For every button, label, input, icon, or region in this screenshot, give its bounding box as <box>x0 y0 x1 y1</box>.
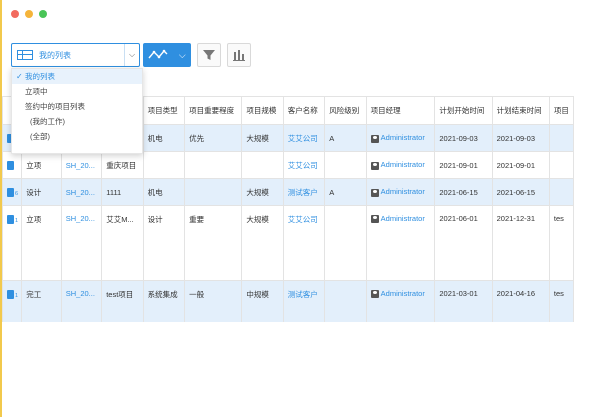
column-header-project-type[interactable]: 项目类型 <box>142 96 186 125</box>
column-header-risk[interactable]: 风险级别 <box>324 96 367 125</box>
table-row[interactable]: 立项 SH_20... 重庆项目 艾艾公司 Administrator 2021… <box>2 151 574 179</box>
manager-link[interactable]: Administrator <box>381 289 425 298</box>
checkmark-icon: ✓ <box>16 72 23 81</box>
customer-link[interactable]: 测试客户 <box>282 178 326 206</box>
manager-link[interactable]: Administrator <box>381 187 425 196</box>
bar-chart-icon <box>233 50 245 61</box>
manager-link[interactable]: Administrator <box>381 160 425 169</box>
column-header-end[interactable]: 计划结束时间 <box>491 96 550 125</box>
customer-link[interactable]: 测试客户 <box>282 280 326 322</box>
table-row[interactable]: 1 立项 SH_20... 艾艾M... 设计 重要 大规模 艾艾公司 Admi… <box>2 205 574 281</box>
view-select[interactable]: 我的列表 ⌵ <box>11 43 140 67</box>
project-code-link[interactable]: SH_20... <box>60 205 103 281</box>
minimize-window-button[interactable] <box>25 10 33 18</box>
user-icon <box>370 134 379 143</box>
statistics-button[interactable] <box>227 43 251 67</box>
project-code-link[interactable]: SH_20... <box>60 280 103 322</box>
maximize-window-button[interactable] <box>39 10 47 18</box>
table-row[interactable]: 1 完工 SH_20... test项目 系统集成 一般 中规模 测试客户 Ad… <box>2 280 574 322</box>
dropdown-item-in-approval[interactable]: 立项中 <box>12 84 142 99</box>
user-icon <box>370 161 379 170</box>
customer-link[interactable]: 艾艾公司 <box>282 151 326 179</box>
filter-button[interactable] <box>197 43 221 67</box>
dropdown-item-my-work[interactable]: (我的工作) <box>12 114 142 129</box>
column-header-importance[interactable]: 项目重要程度 <box>184 96 243 125</box>
user-icon <box>370 188 379 197</box>
dropdown-item-my-list[interactable]: ✓ 我的列表 <box>12 69 142 84</box>
project-code-link[interactable]: SH_20... <box>60 151 103 179</box>
table-row[interactable]: 6 设计 SH_20... 1111 机电 大规模 测试客户 A Adminis… <box>2 178 574 206</box>
close-window-button[interactable] <box>11 10 19 18</box>
line-chart-icon <box>148 49 168 59</box>
column-header-scale[interactable]: 项目规模 <box>241 96 284 125</box>
dropdown-item-all[interactable]: (全部) <box>12 129 142 144</box>
column-header-customer[interactable]: 客户名称 <box>282 96 326 125</box>
project-code-link[interactable]: SH_20... <box>60 178 103 206</box>
chevron-down-icon: ⌵ <box>178 49 186 60</box>
column-header-manager[interactable]: 项目经理 <box>365 96 436 125</box>
user-icon <box>370 290 379 299</box>
document-icon <box>7 160 14 170</box>
user-icon <box>370 215 379 224</box>
chevron-down-icon[interactable]: ⌵ <box>124 44 139 66</box>
column-header-start[interactable]: 计划开始时间 <box>434 96 493 125</box>
dropdown-item-signing-projects[interactable]: 签约中的项目列表 <box>12 99 142 114</box>
column-header-extra[interactable]: 项目 <box>548 96 574 125</box>
customer-link[interactable]: 艾艾公司 <box>282 205 326 281</box>
document-icon <box>7 187 14 197</box>
window-controls <box>11 10 47 18</box>
manager-link[interactable]: Administrator <box>381 133 425 142</box>
chart-view-button[interactable]: ⌵ <box>143 43 191 67</box>
document-icon <box>7 214 14 224</box>
view-dropdown-menu: ✓ 我的列表 立项中 签约中的项目列表 (我的工作) (全部) <box>11 68 143 154</box>
manager-link[interactable]: Administrator <box>381 214 425 223</box>
document-icon <box>7 289 14 299</box>
app-window: 我的列表 ⌵ ⌵ 项目类型 项目重要程度 项目规模 客户名称 风险级别 项目经理… <box>0 0 596 417</box>
table-view-icon <box>17 50 33 60</box>
customer-link[interactable]: 艾艾公司 <box>282 124 326 152</box>
filter-icon <box>203 50 215 60</box>
list-toolbar: 我的列表 ⌵ ⌵ <box>11 42 251 68</box>
view-select-value: 我的列表 <box>39 50 71 60</box>
